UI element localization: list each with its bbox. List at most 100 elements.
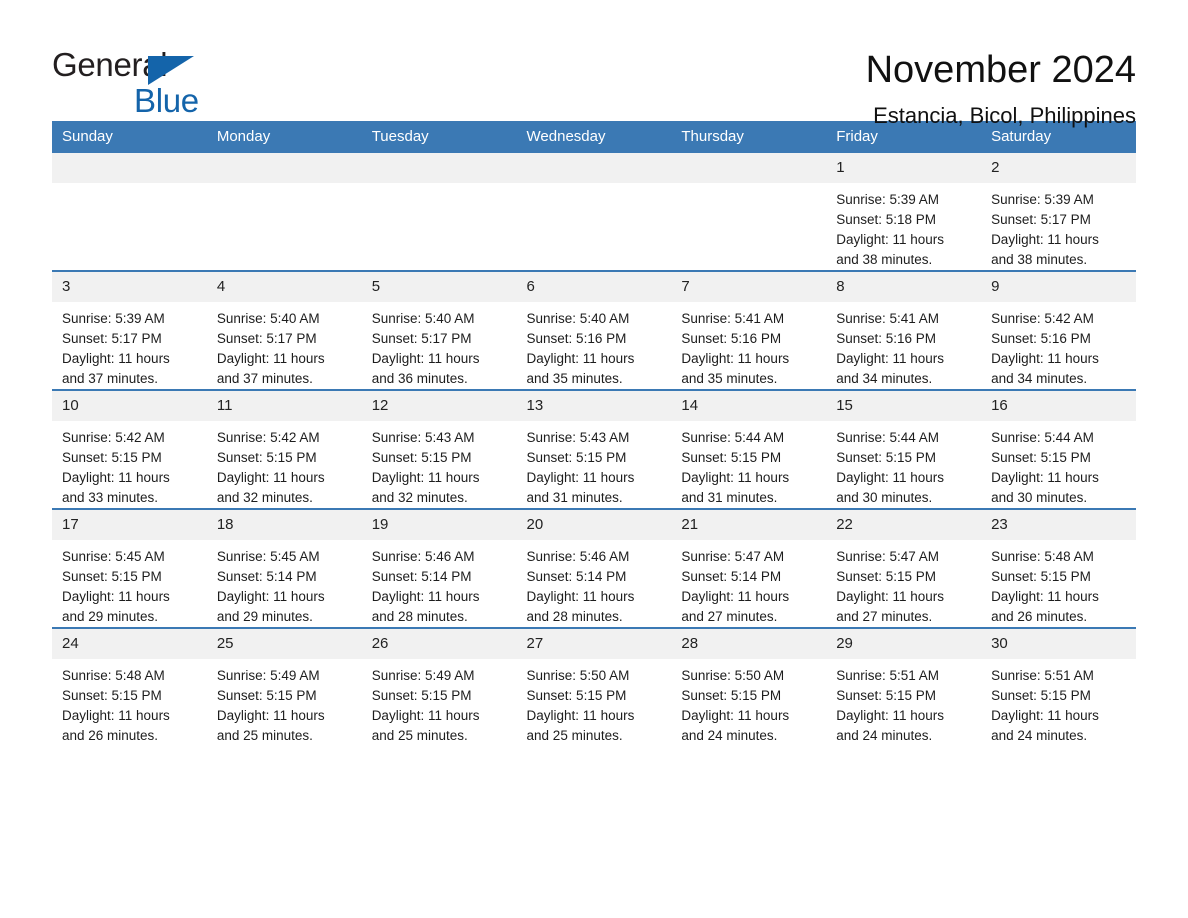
day-details: Sunrise: 5:40 AM Sunset: 5:16 PM Daylight:… [517, 302, 672, 389]
sunset-text: Sunset: 5:15 PM [371, 450, 472, 465]
day-details: Sunrise: 5:39 AM Sunset: 5:17 PM Daylight:… [52, 302, 207, 389]
daylight-text: Daylight: 11 hours and 38 minutes. [991, 232, 1099, 267]
day-details: Sunrise: 5:42 AM Sunset: 5:16 PM Daylight:… [981, 302, 1136, 389]
sunrise-text: Sunrise: 5:46 AM [371, 549, 475, 564]
calendar-day-cell[interactable]: 8 Sunrise: 5:41 AM Sunset: 5:16 PM Daylight… [826, 270, 982, 390]
calendar-day-cell[interactable]: 22 Sunrise: 5:47 AM Sunset: 5:15 PM Dayligh… [826, 508, 982, 628]
day-number: 17 [52, 510, 207, 540]
calendar-day-cell[interactable]: 5 Sunrise: 5:40 AM Sunset: 5:17 PM Daylight… [361, 270, 517, 390]
calendar-day-cell[interactable]: 15 Sunrise: 5:44 AM Sunset: 5:15 PM Dayligh… [826, 389, 982, 509]
sunset-text: Sunset: 5:15 PM [62, 688, 162, 703]
weekday-header-wednesday: Wednesday [516, 121, 672, 153]
day-number: 24 [52, 629, 207, 659]
sunrise-text: Sunrise: 5:50 AM [681, 668, 785, 683]
daylight-text: Daylight: 11 hours and 37 minutes. [216, 351, 325, 386]
sunset-text: Sunset: 5:15 PM [62, 569, 162, 584]
calendar-day-cell[interactable]: 18 Sunrise: 5:45 AM Sunset: 5:14 PM Dayligh… [206, 508, 362, 628]
daylight-text: Daylight: 11 hours and 34 minutes. [991, 351, 1099, 386]
sunrise-text: Sunrise: 5:40 AM [216, 311, 320, 326]
calendar-day-cell[interactable]: 12 Sunrise: 5:43 AM Sunset: 5:15 PM Dayligh… [361, 389, 517, 509]
day-details: Sunrise: 5:46 AM Sunset: 5:14 PM Daylight:… [517, 540, 672, 627]
sunset-text: Sunset: 5:15 PM [216, 450, 317, 465]
sunrise-text: Sunrise: 5:45 AM [62, 549, 165, 564]
sunset-text: Sunset: 5:16 PM [526, 331, 627, 346]
sunrise-text: Sunrise: 5:46 AM [526, 549, 630, 564]
calendar-day-cell[interactable]: 20 Sunrise: 5:46 AM Sunset: 5:14 PM Dayligh… [516, 508, 672, 628]
sunrise-text: Sunrise: 5:47 AM [836, 549, 940, 564]
day-details: Sunrise: 5:50 AM Sunset: 5:15 PM Daylight:… [517, 659, 672, 746]
calendar-day-cell[interactable]: 25 Sunrise: 5:49 AM Sunset: 5:15 PM Dayligh… [206, 627, 362, 746]
calendar-day-cell[interactable]: 19 Sunrise: 5:46 AM Sunset: 5:14 PM Dayligh… [361, 508, 517, 628]
calendar-day-cell-empty [516, 153, 672, 271]
day-number: 9 [981, 272, 1136, 302]
calendar-day-cell[interactable]: 10 Sunrise: 5:42 AM Sunset: 5:15 PM Dayligh… [52, 389, 207, 509]
sunset-text: Sunset: 5:15 PM [526, 450, 627, 465]
day-details: Sunrise: 5:39 AM Sunset: 5:18 PM Daylight:… [826, 183, 981, 270]
calendar-week-row: 1 Sunrise: 5:39 AM Sunset: 5:18 PM Daylight… [52, 153, 1136, 271]
calendar-day-cell[interactable]: 7 Sunrise: 5:41 AM Sunset: 5:16 PM Daylight… [671, 270, 827, 390]
sunrise-text: Sunrise: 5:49 AM [371, 668, 475, 683]
calendar-day-cell[interactable]: 30 Sunrise: 5:51 AM Sunset: 5:15 PM Dayligh… [981, 627, 1136, 746]
calendar-day-cell[interactable]: 13 Sunrise: 5:43 AM Sunset: 5:15 PM Dayligh… [516, 389, 672, 509]
calendar-day-cell[interactable]: 6 Sunrise: 5:40 AM Sunset: 5:16 PM Daylight… [516, 270, 672, 390]
day-details: Sunrise: 5:42 AM Sunset: 5:15 PM Daylight:… [52, 421, 207, 508]
sunrise-text: Sunrise: 5:41 AM [681, 311, 785, 326]
sunrise-sunset-calendar: Sunday Monday Tuesday Wednesday Thursday… [52, 121, 1136, 746]
day-details: Sunrise: 5:43 AM Sunset: 5:15 PM Daylight:… [362, 421, 517, 508]
day-number: 4 [206, 272, 362, 302]
day-number: 1 [826, 153, 982, 183]
day-number: 7 [671, 272, 827, 302]
calendar-day-cell[interactable]: 29 Sunrise: 5:51 AM Sunset: 5:15 PM Dayligh… [826, 627, 982, 746]
sunset-text: Sunset: 5:15 PM [836, 569, 937, 584]
day-details: Sunrise: 5:39 AM Sunset: 5:17 PM Daylight:… [981, 183, 1136, 270]
calendar-day-cell[interactable]: 17 Sunrise: 5:45 AM Sunset: 5:15 PM Dayligh… [52, 508, 207, 628]
daylight-text: Daylight: 11 hours and 29 minutes. [62, 589, 170, 624]
calendar-day-cell[interactable]: 9 Sunrise: 5:42 AM Sunset: 5:16 PM Daylight… [981, 270, 1136, 390]
calendar-day-cell[interactable]: 14 Sunrise: 5:44 AM Sunset: 5:15 PM Dayligh… [671, 389, 827, 509]
location-subtitle: Estancia, Bicol, Philippines [873, 102, 1136, 128]
daylight-text: Daylight: 11 hours and 27 minutes. [681, 589, 790, 624]
day-number [206, 153, 362, 183]
sunset-text: Sunset: 5:15 PM [836, 688, 937, 703]
sunrise-text: Sunrise: 5:48 AM [991, 549, 1094, 564]
calendar-day-cell[interactable]: 27 Sunrise: 5:50 AM Sunset: 5:15 PM Dayligh… [516, 627, 672, 746]
day-details: Sunrise: 5:49 AM Sunset: 5:15 PM Daylight:… [207, 659, 362, 746]
day-number: 26 [361, 629, 517, 659]
calendar-day-cell[interactable]: 3 Sunrise: 5:39 AM Sunset: 5:17 PM Daylight… [52, 270, 207, 390]
daylight-text: Daylight: 11 hours and 29 minutes. [216, 589, 325, 624]
day-details: Sunrise: 5:50 AM Sunset: 5:15 PM Daylight:… [671, 659, 826, 746]
day-number: 14 [671, 391, 827, 421]
calendar-day-cell[interactable]: 23 Sunrise: 5:48 AM Sunset: 5:15 PM Dayligh… [981, 508, 1136, 628]
daylight-text: Daylight: 11 hours and 28 minutes. [371, 589, 480, 624]
day-number: 11 [206, 391, 362, 421]
sunset-text: Sunset: 5:16 PM [836, 331, 937, 346]
day-number: 12 [361, 391, 517, 421]
sunset-text: Sunset: 5:15 PM [62, 450, 162, 465]
day-details: Sunrise: 5:41 AM Sunset: 5:16 PM Daylight:… [826, 302, 981, 389]
calendar-day-cell[interactable]: 16 Sunrise: 5:44 AM Sunset: 5:15 PM Dayligh… [981, 389, 1136, 509]
generalblue-logo: General Blue [52, 48, 252, 120]
daylight-text: Daylight: 11 hours and 35 minutes. [526, 351, 635, 386]
daylight-text: Daylight: 11 hours and 24 minutes. [991, 708, 1099, 743]
calendar-day-cell[interactable]: 1 Sunrise: 5:39 AM Sunset: 5:18 PM Daylight… [826, 153, 982, 271]
daylight-text: Daylight: 11 hours and 35 minutes. [681, 351, 790, 386]
calendar-day-cell[interactable]: 26 Sunrise: 5:49 AM Sunset: 5:15 PM Dayligh… [361, 627, 517, 746]
calendar-week-row: 10 Sunrise: 5:42 AM Sunset: 5:15 PM Dayligh… [52, 389, 1136, 509]
daylight-text: Daylight: 11 hours and 24 minutes. [836, 708, 945, 743]
day-number [361, 153, 517, 183]
calendar-day-cell[interactable]: 21 Sunrise: 5:47 AM Sunset: 5:14 PM Dayligh… [671, 508, 827, 628]
calendar-day-cell[interactable]: 11 Sunrise: 5:42 AM Sunset: 5:15 PM Dayligh… [206, 389, 362, 509]
calendar-day-cell[interactable]: 24 Sunrise: 5:48 AM Sunset: 5:15 PM Dayligh… [52, 627, 207, 746]
sunset-text: Sunset: 5:14 PM [526, 569, 627, 584]
day-details: Sunrise: 5:48 AM Sunset: 5:15 PM Daylight:… [981, 540, 1136, 627]
daylight-text: Daylight: 11 hours and 31 minutes. [526, 470, 635, 505]
logo-triangle-icon [148, 56, 194, 85]
calendar-day-cell[interactable]: 2 Sunrise: 5:39 AM Sunset: 5:17 PM Daylight… [981, 153, 1136, 271]
calendar-day-cell[interactable]: 4 Sunrise: 5:40 AM Sunset: 5:17 PM Daylight… [206, 270, 362, 390]
day-details: Sunrise: 5:44 AM Sunset: 5:15 PM Daylight:… [981, 421, 1136, 508]
day-details: Sunrise: 5:47 AM Sunset: 5:14 PM Daylight:… [671, 540, 826, 627]
day-number: 29 [826, 629, 982, 659]
calendar-day-cell[interactable]: 28 Sunrise: 5:50 AM Sunset: 5:15 PM Dayligh… [671, 627, 827, 746]
day-details: Sunrise: 5:42 AM Sunset: 5:15 PM Daylight:… [207, 421, 362, 508]
day-number: 25 [206, 629, 362, 659]
